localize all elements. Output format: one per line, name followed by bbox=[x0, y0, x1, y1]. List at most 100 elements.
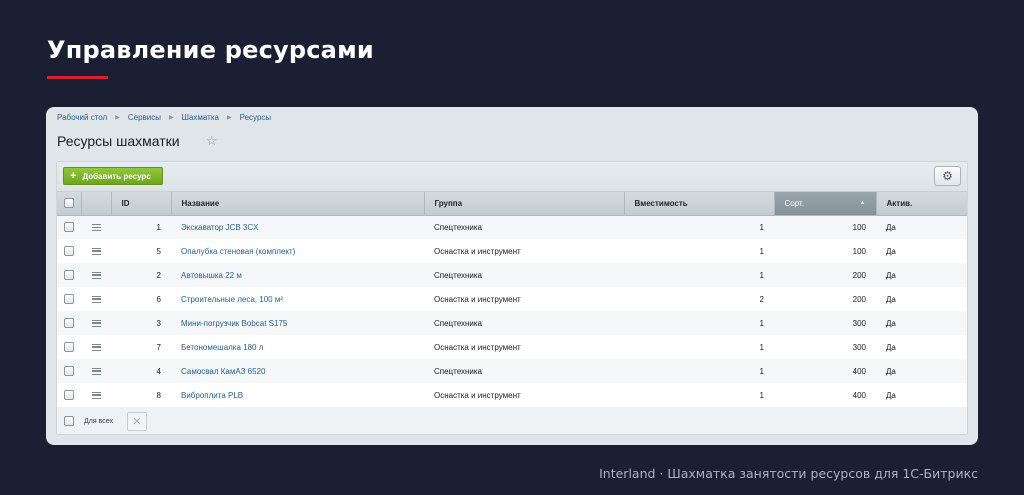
resource-name-link[interactable]: Автовышка 22 м bbox=[181, 271, 242, 280]
row-checkbox-cell bbox=[57, 287, 81, 311]
table-row[interactable]: 4 Самосвал КамАЗ 6520 Спецтехника 1 400 Да bbox=[57, 359, 967, 383]
cell-sort: 200 bbox=[774, 263, 876, 287]
column-header-name[interactable]: Название bbox=[171, 192, 425, 216]
cell-capacity: 1 bbox=[624, 383, 774, 407]
row-menu-icon[interactable] bbox=[91, 271, 101, 279]
cell-sort: 100 bbox=[774, 239, 876, 263]
table-row[interactable]: 2 Автовышка 22 м Спецтехника 1 200 Да bbox=[57, 263, 967, 287]
breadcrumb-item-resources[interactable]: Ресурсы bbox=[240, 113, 272, 122]
cell-name: Опалубка стеновая (комплект) bbox=[171, 239, 424, 263]
resource-list-panel: + Добавить ресурс ⚙ ID Название Группа В… bbox=[56, 161, 968, 435]
resource-name-link[interactable]: Виброплита PLB bbox=[181, 391, 243, 400]
delete-button[interactable]: ✕ bbox=[127, 412, 147, 431]
resource-name-link[interactable]: Самосвал КамАЗ 6520 bbox=[181, 367, 265, 376]
select-all-checkbox[interactable] bbox=[63, 198, 74, 209]
row-menu-icon[interactable] bbox=[91, 319, 101, 327]
cell-sort: 100 bbox=[774, 215, 876, 239]
cell-id: 5 bbox=[111, 239, 171, 263]
cell-group: Спецтехника bbox=[424, 359, 624, 383]
table-row[interactable]: 5 Опалубка стеновая (комплект) Оснастка и … bbox=[57, 239, 967, 263]
cell-active: Да bbox=[876, 383, 967, 407]
row-menu-icon[interactable] bbox=[91, 391, 101, 399]
table-row[interactable]: 8 Виброплита PLB Оснастка и инструмент 1 400… bbox=[57, 383, 967, 407]
breadcrumb-item-chessboard[interactable]: Шахматка bbox=[182, 113, 219, 122]
star-icon[interactable]: ☆ bbox=[206, 133, 218, 149]
cell-capacity: 1 bbox=[624, 215, 774, 239]
table-row[interactable]: 6 Строительные леса, 100 м² Оснастка и инс… bbox=[57, 287, 967, 311]
row-menu-cell bbox=[81, 335, 111, 359]
breadcrumb: Рабочий стол ▶ Сервисы ▶ Шахматка ▶ Ресу… bbox=[57, 113, 271, 122]
table-row[interactable]: 3 Мини-погрузчик Bobcat S175 Спецтехника 1 3… bbox=[57, 311, 967, 335]
add-resource-button[interactable]: + Добавить ресурс bbox=[63, 167, 163, 185]
row-checkbox[interactable] bbox=[64, 222, 74, 233]
row-menu-icon[interactable] bbox=[91, 247, 101, 255]
cell-name: Мини-погрузчик Bobcat S175 bbox=[171, 311, 424, 335]
row-checkbox[interactable] bbox=[64, 246, 74, 256]
resource-name-link[interactable]: Экскаватор JCB 3CX bbox=[181, 223, 259, 232]
page-title: Ресурсы шахматки bbox=[57, 133, 180, 149]
sort-ascending-icon: ▲ bbox=[859, 199, 866, 206]
plus-icon: + bbox=[70, 170, 77, 182]
row-menu-cell bbox=[81, 215, 111, 239]
column-header-group[interactable]: Группа bbox=[424, 192, 625, 216]
chevron-right-icon: ▶ bbox=[115, 115, 120, 121]
row-checkbox[interactable] bbox=[64, 390, 74, 400]
cell-id: 6 bbox=[111, 287, 171, 311]
row-checkbox-cell bbox=[57, 263, 81, 287]
settings-button[interactable]: ⚙ bbox=[934, 166, 961, 186]
row-checkbox[interactable] bbox=[64, 342, 74, 352]
cell-name: Строительные леса, 100 м² bbox=[171, 287, 424, 311]
resource-name-link[interactable]: Опалубка стеновая (комплект) bbox=[181, 247, 295, 256]
cell-sort: 400 bbox=[774, 359, 876, 383]
column-header-sort[interactable]: Сорт. ▲ bbox=[774, 192, 877, 216]
cell-name: Автовышка 22 м bbox=[171, 263, 424, 287]
row-checkbox-cell bbox=[57, 383, 81, 407]
table-row[interactable]: 1 Экскаватор JCB 3CX Спецтехника 1 100 Да bbox=[57, 215, 967, 239]
resource-table: ID Название Группа Вместимость Сорт. ▲ Ак… bbox=[57, 192, 967, 407]
title-underline bbox=[47, 76, 108, 79]
row-checkbox-cell bbox=[57, 359, 81, 383]
breadcrumb-item-services[interactable]: Сервисы bbox=[128, 113, 161, 122]
cell-active: Да bbox=[876, 311, 967, 335]
cell-sort: 300 bbox=[774, 311, 876, 335]
cell-group: Спецтехника bbox=[424, 215, 624, 239]
cell-group: Спецтехника bbox=[424, 263, 624, 287]
cell-name: Бетономешалка 180 л bbox=[171, 335, 424, 359]
row-checkbox[interactable] bbox=[64, 294, 74, 304]
row-checkbox[interactable] bbox=[64, 366, 74, 376]
cell-group: Оснастка и инструмент bbox=[424, 335, 624, 359]
row-checkbox[interactable] bbox=[64, 318, 74, 328]
cell-group: Оснастка и инструмент bbox=[424, 239, 624, 263]
resource-name-link[interactable]: Строительные леса, 100 м² bbox=[181, 295, 283, 304]
column-header-active[interactable]: Актив. bbox=[876, 192, 967, 216]
cell-active: Да bbox=[876, 359, 967, 383]
cell-active: Да bbox=[876, 215, 967, 239]
table-footer: Для всех ✕ bbox=[57, 407, 967, 434]
breadcrumb-item-desktop[interactable]: Рабочий стол bbox=[57, 113, 107, 122]
resource-name-link[interactable]: Мини-погрузчик Bobcat S175 bbox=[181, 319, 287, 328]
row-checkbox[interactable] bbox=[64, 270, 74, 280]
row-menu-icon[interactable] bbox=[91, 224, 101, 232]
slide-caption: Interland · Шахматка занятости ресурсов … bbox=[599, 466, 978, 481]
chevron-right-icon: ▶ bbox=[169, 115, 174, 121]
resource-name-link[interactable]: Бетономешалка 180 л bbox=[181, 343, 263, 352]
slide-title: Управление ресурсами bbox=[47, 36, 374, 64]
row-menu-cell bbox=[81, 287, 111, 311]
column-header-sort-label: Сорт. bbox=[784, 198, 805, 208]
row-menu-icon[interactable] bbox=[91, 343, 101, 351]
cell-group: Оснастка и инструмент bbox=[424, 287, 624, 311]
table-row[interactable]: 7 Бетономешалка 180 л Оснастка и инструмен… bbox=[57, 335, 967, 359]
for-all-label: Для всех bbox=[84, 418, 113, 425]
row-menu-icon[interactable] bbox=[91, 295, 101, 303]
for-all-checkbox[interactable] bbox=[64, 416, 74, 426]
column-header-id[interactable]: ID bbox=[111, 192, 172, 216]
gear-icon: ⚙ bbox=[942, 169, 953, 183]
cell-capacity: 1 bbox=[624, 239, 774, 263]
cell-capacity: 2 bbox=[624, 287, 774, 311]
select-all-cell bbox=[57, 192, 82, 216]
table-header-row: ID Название Группа Вместимость Сорт. ▲ Ак… bbox=[57, 192, 967, 216]
add-resource-label: Добавить ресурс bbox=[82, 171, 151, 181]
cell-group: Оснастка и инструмент bbox=[424, 383, 624, 407]
column-header-capacity[interactable]: Вместимость bbox=[624, 192, 775, 216]
row-menu-icon[interactable] bbox=[91, 367, 101, 375]
